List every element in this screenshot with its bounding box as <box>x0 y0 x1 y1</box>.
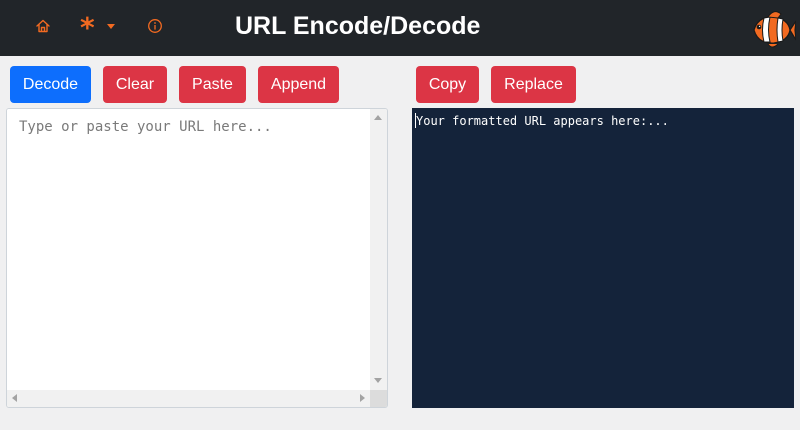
replace-button[interactable]: Replace <box>491 66 576 103</box>
url-output-text: Your formatted URL appears here:... <box>416 114 669 128</box>
top-navbar: * URL Encode/Decode <box>0 0 800 56</box>
url-input[interactable] <box>7 109 371 391</box>
url-output-panel[interactable]: Your formatted URL appears here:... <box>412 108 794 408</box>
home-icon[interactable] <box>35 18 51 34</box>
caret-down-icon[interactable] <box>107 24 115 29</box>
vertical-scrollbar[interactable] <box>370 109 387 391</box>
url-input-container <box>6 108 388 408</box>
scroll-down-icon[interactable] <box>374 378 382 383</box>
paste-button[interactable]: Paste <box>179 66 246 103</box>
decode-button[interactable]: Decode <box>10 66 91 103</box>
scroll-up-icon[interactable] <box>374 115 382 120</box>
copy-button[interactable]: Copy <box>416 66 479 103</box>
clear-button[interactable]: Clear <box>103 66 167 103</box>
info-icon[interactable] <box>147 18 163 34</box>
page-title: URL Encode/Decode <box>235 12 481 40</box>
append-button[interactable]: Append <box>258 66 339 103</box>
clownfish-logo <box>753 11 796 48</box>
horizontal-scrollbar[interactable] <box>7 390 371 407</box>
scroll-right-icon[interactable] <box>360 394 365 402</box>
scroll-left-icon[interactable] <box>12 394 17 402</box>
resize-handle[interactable] <box>370 390 387 407</box>
asterisk-icon[interactable]: * <box>80 14 95 42</box>
